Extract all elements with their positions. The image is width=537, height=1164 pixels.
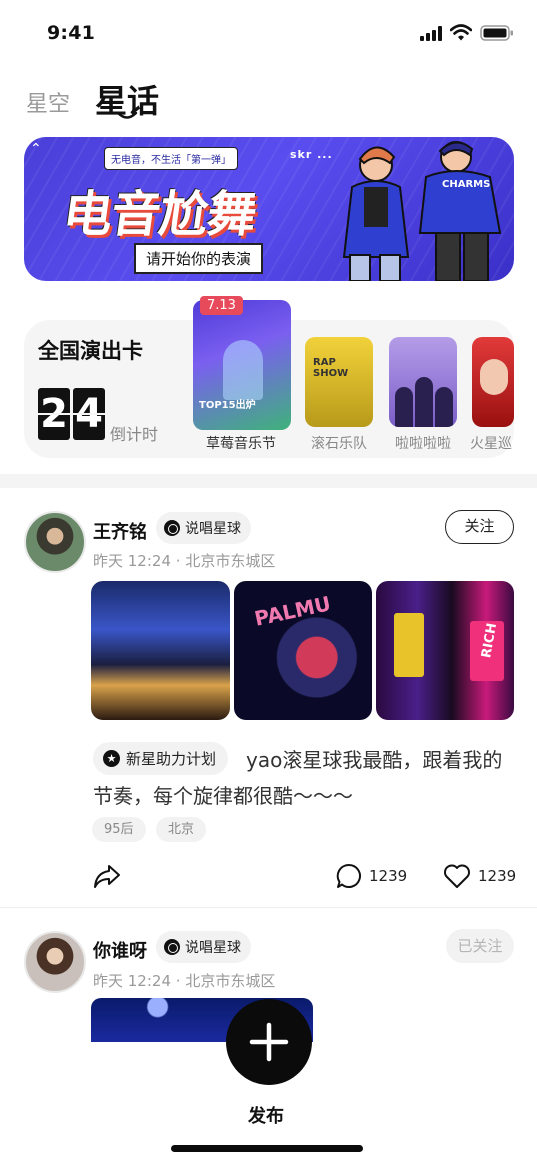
publish-button[interactable] (226, 999, 312, 1085)
banner-top-caption: 无电音，不生活「第一弹」 (104, 147, 238, 170)
follow-button[interactable]: 关注 (445, 510, 514, 544)
countdown-digit: 4 (73, 388, 105, 440)
poster-figure (395, 387, 413, 427)
signal-icon (420, 26, 442, 41)
avatar[interactable] (24, 931, 86, 993)
svg-text:CHARMS: CHARMS (442, 179, 490, 190)
planet-icon (164, 939, 180, 955)
planet-icon (164, 520, 180, 536)
post-username[interactable]: 王齐铭 (93, 518, 147, 544)
active-tab-indicator (116, 111, 138, 119)
poster-figure (415, 377, 433, 427)
post-meta: 昨天 12:24 · 北京市东城区 (93, 550, 275, 571)
poster-label: 草莓音乐节 (206, 436, 276, 452)
post-time: 昨天 12:24 (93, 552, 171, 570)
avatar[interactable] (24, 511, 86, 573)
banner-corner-mark: ⌃ (30, 141, 42, 157)
neon-sign (394, 613, 424, 677)
plus-icon (249, 1022, 289, 1062)
poster-figure (223, 340, 263, 400)
banner-title: 电音尬舞 (59, 186, 260, 243)
poster-caption: RAP SHOW (313, 357, 349, 379)
poster-caption: TOP15出炉 (199, 400, 256, 411)
poster-figure (435, 387, 453, 427)
banner-subtitle: 请开始你的表演 (134, 243, 264, 274)
banner-illustration: CHARMS (342, 141, 502, 281)
section-divider (0, 474, 537, 488)
post-text: 节奏，每个旋律都很酷～～～ (93, 784, 353, 808)
heart-icon[interactable] (443, 863, 471, 889)
meta-separator: · (175, 552, 186, 570)
poster-lalala[interactable] (389, 337, 457, 427)
promo-banner[interactable]: ⌃ 无电音，不生活「第一弹」 电音尬舞 请开始你的表演 skr ... CHAR… (24, 137, 514, 281)
post-location: 北京市东城区 (185, 972, 276, 990)
post-time: 昨天 12:24 (93, 972, 171, 990)
post-image[interactable]: RICH (376, 581, 514, 720)
comment-count: 1239 (369, 867, 408, 885)
post-image[interactable] (91, 581, 230, 720)
poster-label: 火星巡 (470, 436, 512, 452)
topic-tag-label: 说唱星球 (185, 521, 241, 537)
post-location: 北京市东城区 (185, 552, 276, 570)
post-chip[interactable]: 北京 (156, 817, 207, 842)
poster-strawberry-festival[interactable]: TOP15出炉 (193, 300, 291, 430)
topic-tag[interactable]: 说唱星球 (156, 931, 251, 963)
post-meta: 昨天 12:24 · 北京市东城区 (93, 970, 275, 991)
wifi-icon (450, 24, 472, 41)
like-count: 1239 (478, 867, 517, 885)
plan-tag[interactable]: ★ 新星助力计划 (93, 742, 229, 775)
countdown-label: 倒计时 (110, 425, 159, 444)
post-image[interactable]: PALMU (234, 581, 372, 720)
countdown-digit: 2 (38, 388, 70, 440)
topic-tag-label: 说唱星球 (185, 940, 241, 956)
topic-tag[interactable]: 说唱星球 (156, 512, 251, 544)
poster-rolling-stones[interactable]: RAP SHOW (305, 337, 373, 427)
poster-label: 滚石乐队 (311, 436, 367, 452)
post-divider (0, 907, 537, 908)
battery-icon (480, 25, 513, 41)
post-chip[interactable]: 95后 (92, 817, 146, 842)
publish-label: 发布 (248, 1106, 284, 1127)
plan-tag-label: 新星助力计划 (126, 750, 217, 768)
home-indicator[interactable] (171, 1145, 363, 1152)
star-icon: ★ (103, 750, 120, 767)
meta-separator: · (175, 972, 186, 990)
tab-xingkong[interactable]: 星空 (26, 86, 70, 118)
post-username[interactable]: 你谁呀 (93, 937, 147, 963)
poster-date-badge: 7.13 (200, 296, 243, 315)
share-icon[interactable] (93, 863, 121, 889)
post-text: yao滚星球我最酷，跟着我的 (246, 748, 503, 772)
status-time: 9:41 (47, 22, 96, 44)
followed-button[interactable]: 已关注 (446, 929, 514, 963)
show-card-title: 全国演出卡 (38, 339, 143, 363)
comment-icon[interactable] (336, 863, 362, 889)
poster-figure (480, 359, 508, 395)
poster-label: 啦啦啦啦 (395, 436, 451, 452)
post-image-text: PALMU (252, 591, 333, 631)
poster-mars-tour[interactable] (472, 337, 514, 427)
